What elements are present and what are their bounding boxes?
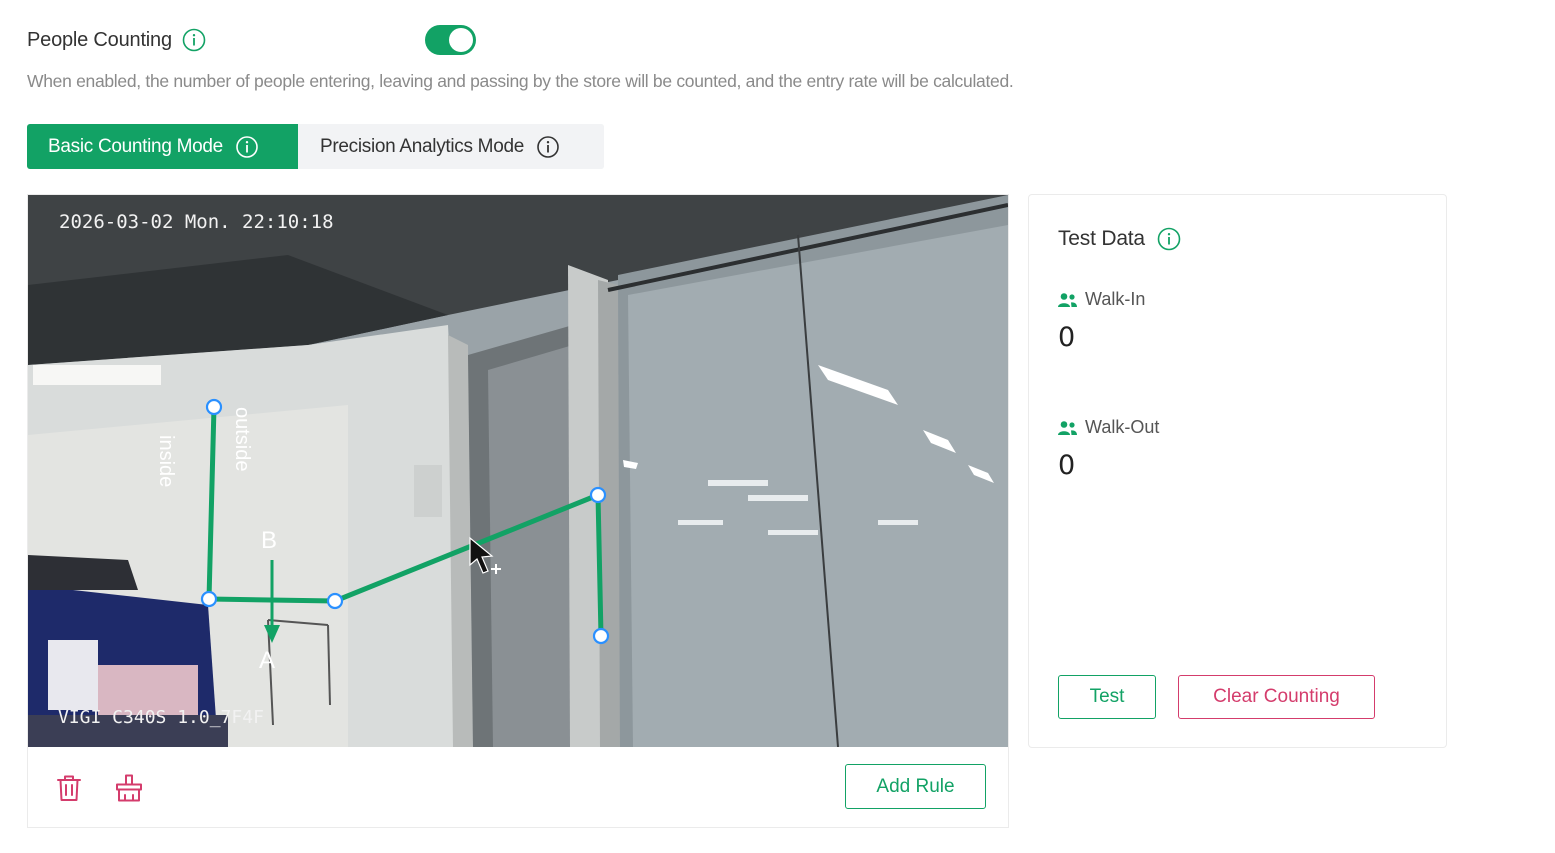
people-counting-row: People Counting [27, 24, 206, 56]
people-icon [1058, 292, 1077, 307]
people-counting-toggle[interactable] [425, 25, 476, 55]
tab-label: Basic Counting Mode [48, 135, 223, 157]
trash-icon[interactable] [54, 773, 84, 803]
test-data-title: Test Data [1058, 227, 1145, 250]
label-inside: inside [155, 435, 177, 488]
test-data-panel: Test Data Walk-In 0 Walk-Out 0 Test Clea… [1028, 194, 1447, 748]
label-direction-a: A [259, 647, 276, 674]
info-icon[interactable] [182, 28, 206, 52]
test-data-header: Test Data [1058, 227, 1181, 251]
people-counting-title: People Counting [27, 28, 172, 51]
walk-out-label: Walk-Out [1085, 417, 1160, 437]
label-direction-b: B [261, 527, 278, 554]
people-counting-description: When enabled, the number of people enter… [27, 71, 1014, 91]
clear-counting-button[interactable]: Clear Counting [1178, 675, 1375, 719]
video-toolbar: Add Rule [28, 747, 1008, 827]
walk-in-label-row: Walk-In [1058, 289, 1145, 310]
walk-in-metric: Walk-In 0 [1058, 289, 1145, 353]
info-icon[interactable] [536, 135, 560, 159]
osd-camera-name: VIGI C340S 1.0_7F4F [58, 707, 264, 728]
label-outside: outside [231, 407, 253, 472]
camera-preview[interactable]: 2026-03-02 Mon. 22:10:18 VIGI C340S 1.0_… [28, 195, 1008, 747]
info-icon[interactable] [1157, 227, 1181, 251]
walk-in-label: Walk-In [1085, 289, 1146, 309]
osd-timestamp: 2026-03-02 Mon. 22:10:18 [59, 211, 334, 233]
walk-in-value: 0 [1058, 322, 1076, 353]
toggle-knob [449, 28, 473, 52]
tab-precision-analytics-mode[interactable]: Precision Analytics Mode [298, 124, 604, 169]
people-icon [1058, 420, 1077, 435]
mode-tabs: Basic Counting Mode Precision Analytics … [27, 124, 604, 169]
video-panel: 2026-03-02 Mon. 22:10:18 VIGI C340S 1.0_… [27, 194, 1009, 828]
info-icon[interactable] [235, 135, 259, 159]
walk-out-value: 0 [1058, 450, 1076, 481]
brush-clear-icon[interactable] [114, 773, 144, 803]
test-button[interactable]: Test [1058, 675, 1156, 719]
tab-label: Precision Analytics Mode [320, 135, 525, 157]
tab-basic-counting-mode[interactable]: Basic Counting Mode [27, 124, 298, 169]
add-rule-button[interactable]: Add Rule [845, 764, 986, 809]
walk-out-label-row: Walk-Out [1058, 417, 1159, 438]
walk-out-metric: Walk-Out 0 [1058, 417, 1159, 481]
